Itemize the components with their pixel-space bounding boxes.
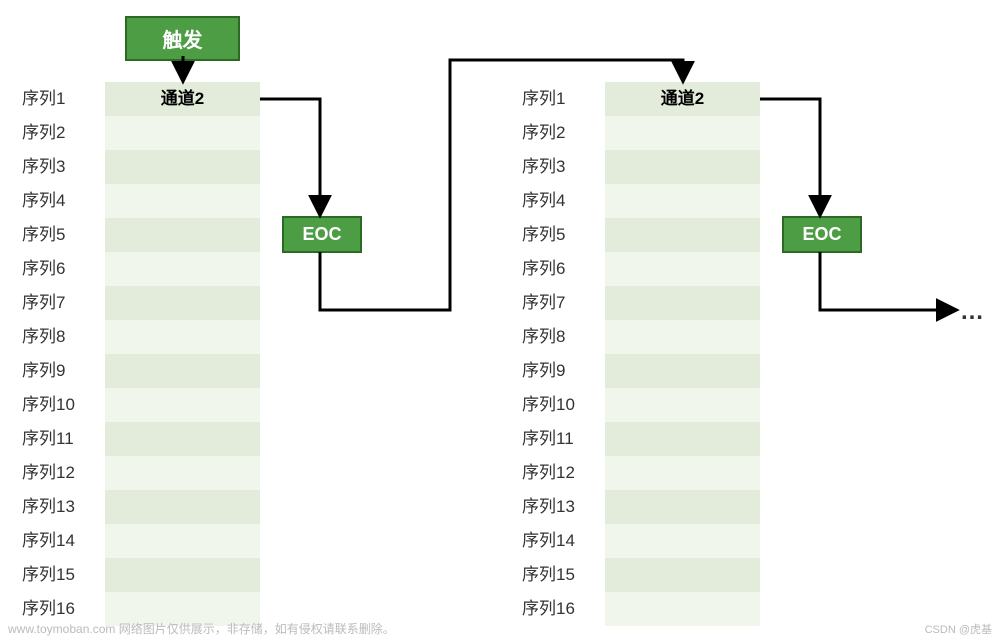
table-row [105,456,260,490]
table-row [105,116,260,150]
table-row [605,592,760,626]
seq-label: 序列5 [518,218,588,252]
seq-label: 序列7 [518,286,588,320]
sequence-table-block2: 通道2 [605,82,760,626]
seq-label: 序列3 [518,150,588,184]
eoc-box-2: EOC [782,216,862,253]
table-row [605,456,760,490]
table-row [105,524,260,558]
seq-label: 序列1 [18,82,88,116]
sequence-table-block1: 通道2 [105,82,260,626]
seq-label: 序列10 [18,388,88,422]
table-row [105,490,260,524]
seq-label: 序列8 [518,320,588,354]
seq-label: 序列4 [518,184,588,218]
table-row [605,388,760,422]
table-row [105,150,260,184]
seq-label: 序列10 [518,388,588,422]
table-row [605,524,760,558]
sequence-labels-block2: 序列1 序列2 序列3 序列4 序列5 序列6 序列7 序列8 序列9 序列10… [518,82,588,626]
arrow-eoc2-to-continue [820,252,955,310]
seq-label: 序列9 [18,354,88,388]
seq-label: 序列15 [18,558,88,592]
seq-label: 序列16 [518,592,588,626]
seq-label: 序列8 [18,320,88,354]
table-row [105,252,260,286]
seq-label: 序列15 [518,558,588,592]
seq-label: 序列1 [518,82,588,116]
table-row [105,286,260,320]
table-row [605,252,760,286]
table-row [605,558,760,592]
seq-label: 序列4 [18,184,88,218]
seq-label: 序列14 [18,524,88,558]
watermark-text: www.toymoban.com 网络图片仅供展示，非存储，如有侵权请联系删除。 [8,620,395,637]
credit-text: CSDN @虎基 [925,621,992,637]
seq-label: 序列3 [18,150,88,184]
table-row [105,320,260,354]
table-row [605,286,760,320]
table-row [605,490,760,524]
table-row [605,150,760,184]
seq-label: 序列14 [518,524,588,558]
table-row [605,184,760,218]
seq-label: 序列12 [518,456,588,490]
table-row [605,320,760,354]
seq-label: 序列11 [518,422,588,456]
table-row [605,422,760,456]
ellipsis-icon: … [960,298,986,326]
table-row [605,218,760,252]
seq-label: 序列2 [518,116,588,150]
seq-label: 序列11 [18,422,88,456]
seq-label: 序列2 [18,116,88,150]
seq-label: 序列7 [18,286,88,320]
seq-label: 序列13 [518,490,588,524]
seq-label: 序列5 [18,218,88,252]
seq-label: 序列13 [18,490,88,524]
seq-label: 序列12 [18,456,88,490]
seq-label: 序列9 [518,354,588,388]
table-row [105,422,260,456]
arrow-channel1-to-eoc1 [260,99,320,214]
table-row: 通道2 [605,82,760,116]
table-row [105,354,260,388]
seq-label: 序列6 [18,252,88,286]
table-row [605,354,760,388]
trigger-box: 触发 [125,16,240,61]
table-row [105,558,260,592]
sequence-labels-block1: 序列1 序列2 序列3 序列4 序列5 序列6 序列7 序列8 序列9 序列10… [18,82,88,626]
table-row: 通道2 [105,82,260,116]
arrow-channel2-to-eoc2 [760,99,820,214]
table-row [605,116,760,150]
table-row [105,388,260,422]
eoc-box-1: EOC [282,216,362,253]
table-row [105,218,260,252]
table-row [105,184,260,218]
seq-label: 序列6 [518,252,588,286]
